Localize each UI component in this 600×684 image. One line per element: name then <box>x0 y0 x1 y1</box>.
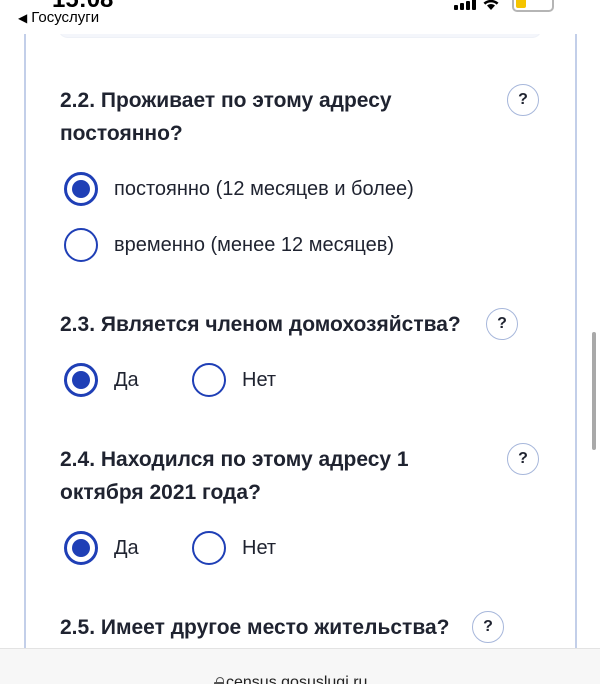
question-2-2-line1: 2.2. Проживает по этому адресу <box>60 89 392 112</box>
back-triangle-icon: ◀ <box>18 10 28 25</box>
question-2-2-title: 2.2. Проживает по этому адресу постоянно… <box>60 84 392 150</box>
question-2-3-line1: 2.3. Является членом домохозяйства? <box>60 313 461 336</box>
radio-button-selected[interactable] <box>64 363 98 397</box>
radio-option-yes[interactable]: Да <box>64 363 139 397</box>
status-bar: 15:08 ◀ Госуслуги <box>0 0 600 34</box>
radio-option-label: Да <box>114 536 139 559</box>
browser-url-bar[interactable]: census.gosuslugi.ru <box>0 648 600 684</box>
question-2-3-title: 2.3. Является членом домохозяйства? <box>60 308 461 341</box>
question-2-5-help-button[interactable]: ? <box>472 611 504 643</box>
radio-option-label: временно (менее 12 месяцев) <box>114 233 395 256</box>
back-app-label: Госуслуги <box>31 9 100 26</box>
lock-icon <box>214 677 224 684</box>
question-2-4-line2: октября 2021 года? <box>60 481 261 504</box>
url-text: census.gosuslugi.ru <box>226 674 368 684</box>
battery-icon <box>512 0 554 12</box>
wifi-icon <box>483 0 499 10</box>
question-2-4-title: 2.4. Находился по этому адресу 1 октября… <box>60 443 409 509</box>
radio-button[interactable] <box>192 363 226 397</box>
cellular-signal-icon <box>454 0 476 10</box>
radio-button[interactable] <box>64 228 98 262</box>
question-2-4-line1: 2.4. Находился по этому адресу 1 <box>60 448 409 471</box>
radio-option-label: постоянно (12 месяцев и более) <box>114 177 414 200</box>
question-2-5-title: 2.5. Имеет другое место жительства? <box>60 611 449 644</box>
radio-option-no[interactable]: Нет <box>192 531 276 565</box>
question-2-5-line1: 2.5. Имеет другое место жительства? <box>60 616 450 639</box>
url-display[interactable]: census.gosuslugi.ru <box>214 674 367 684</box>
radio-option-label: Нет <box>242 536 277 559</box>
radio-option-permanent[interactable]: постоянно (12 месяцев и более) <box>64 172 414 206</box>
radio-button-selected[interactable] <box>64 531 98 565</box>
question-2-4-help-button[interactable]: ? <box>507 443 539 475</box>
question-2-2-line2: постоянно? <box>60 122 183 145</box>
radio-option-temporary[interactable]: временно (менее 12 месяцев) <box>64 228 394 262</box>
radio-option-label: Да <box>114 368 139 391</box>
system-icons <box>454 0 500 10</box>
radio-button[interactable] <box>192 531 226 565</box>
radio-option-yes[interactable]: Да <box>64 531 139 565</box>
back-to-app-link[interactable]: ◀ Госуслуги <box>18 9 99 26</box>
question-2-2-help-button[interactable]: ? <box>507 84 539 116</box>
question-2-3-help-button[interactable]: ? <box>486 308 518 340</box>
radio-button-selected[interactable] <box>64 172 98 206</box>
page-scrollbar[interactable] <box>592 332 596 450</box>
radio-option-label: Нет <box>242 368 277 391</box>
radio-option-no[interactable]: Нет <box>192 363 276 397</box>
